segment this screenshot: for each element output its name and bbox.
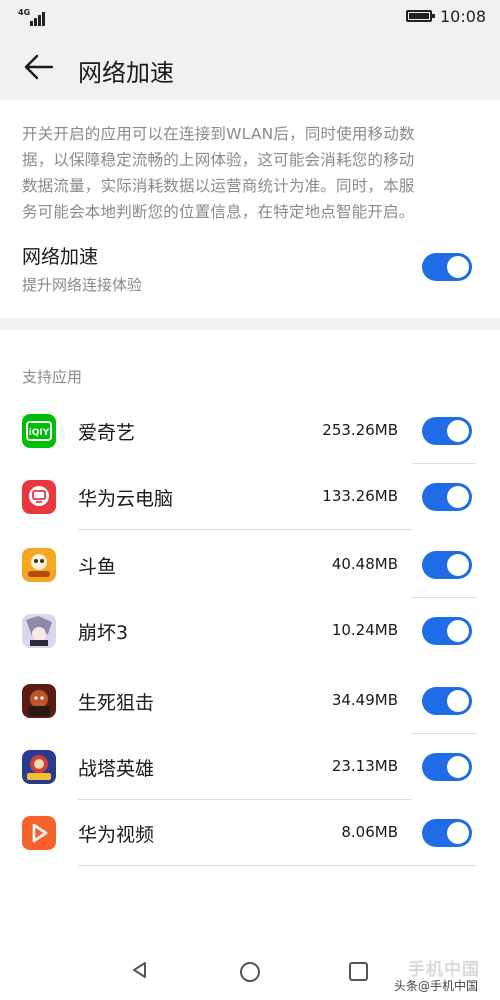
network-acceleration-label: 网络加速 [22, 246, 99, 268]
nav-recents-icon[interactable] [349, 962, 368, 981]
supported-apps-header: 支持应用 [22, 368, 83, 386]
toggle-knob [447, 256, 469, 278]
app-data-usage: 23.13MB [331, 757, 398, 775]
app-data-usage: 34.49MB [331, 691, 398, 709]
app-toggle-huawei-cloud-pc[interactable] [422, 483, 472, 511]
app-toggle-iqiyi[interactable] [422, 417, 472, 445]
signal-icon: 4G [18, 8, 46, 26]
watermark: 手机中国 头条@手机中国 [390, 955, 495, 995]
douyu-icon [22, 548, 56, 582]
app-data-usage: 133.26MB [322, 487, 398, 505]
app-name: 斗鱼 [78, 556, 117, 578]
huawei-video-icon [22, 816, 56, 850]
svg-text:iQIY: iQIY [29, 428, 50, 438]
description-line: 开关开启的应用可以在连接到WLAN后，同时使用移动数 [22, 125, 415, 143]
network-acceleration-subtitle: 提升网络连接体验 [22, 276, 143, 294]
battery-icon [406, 10, 435, 22]
nav-home-icon[interactable] [240, 962, 260, 982]
tower-hero-icon [22, 750, 56, 784]
description-line: 务可能会本地判断您的位置信息，在特定地点智能开启。 [22, 203, 415, 221]
row-separator [78, 865, 476, 866]
toggle-knob [447, 822, 469, 844]
app-toggle-tower-hero[interactable] [422, 753, 472, 781]
row-separator [78, 529, 412, 530]
app-data-usage: 253.26MB [322, 421, 398, 439]
app-row-iqiyi: iQIY 爱奇艺 253.26MB [0, 398, 500, 464]
network-type: 4G [18, 8, 31, 17]
description-line: 数据流量，实际消耗数据以运营商统计为准。同时，本服 [22, 177, 415, 195]
app-name: 战塔英雄 [78, 758, 155, 780]
honkai-icon [22, 614, 56, 648]
toggle-knob [447, 554, 469, 576]
toggle-knob [447, 756, 469, 778]
back-arrow-icon[interactable] [24, 54, 54, 80]
app-data-usage: 40.48MB [331, 555, 398, 573]
app-name: 爱奇艺 [78, 422, 136, 444]
app-row-tower-hero: 战塔英雄 23.13MB [0, 734, 500, 800]
app-row-sniper: 生死狙击 34.49MB [0, 668, 500, 734]
iqiyi-icon: iQIY [22, 414, 56, 448]
app-row-huawei-cloud-pc: 华为云电脑 133.26MB [0, 464, 500, 530]
app-row-douyu: 斗鱼 40.48MB [0, 532, 500, 598]
status-bar: 4G 10:08 [0, 0, 500, 34]
sniper-icon [22, 684, 56, 718]
app-toggle-huawei-video[interactable] [422, 819, 472, 847]
app-row-huawei-video: 华为视频 8.06MB [0, 800, 500, 866]
toggle-knob [447, 486, 469, 508]
app-data-usage: 10.24MB [331, 621, 398, 639]
network-acceleration-toggle[interactable] [422, 253, 472, 281]
toggle-knob [447, 420, 469, 442]
app-name: 崩坏3 [78, 622, 129, 644]
page-title: 网络加速 [78, 59, 174, 87]
description-line: 据，以保障稳定流畅的上网体验，这可能会消耗您的移动 [22, 151, 415, 169]
nav-back-icon[interactable] [130, 960, 150, 980]
app-toggle-douyu[interactable] [422, 551, 472, 579]
app-name: 华为视频 [78, 824, 155, 846]
feature-description: 开关开启的应用可以在连接到WLAN后，同时使用移动数 据，以保障稳定流畅的上网体… [22, 121, 480, 225]
app-name: 华为云电脑 [78, 488, 174, 510]
toggle-knob [447, 690, 469, 712]
app-toggle-sniper[interactable] [422, 687, 472, 715]
app-data-usage: 8.06MB [341, 823, 398, 841]
app-name: 生死狙击 [78, 692, 155, 714]
cloud-pc-icon [22, 480, 56, 514]
watermark-credit: 头条@手机中国 [394, 979, 479, 993]
app-toggle-honkai[interactable] [422, 617, 472, 645]
app-bar: 网络加速 [0, 34, 500, 100]
section-divider [0, 318, 500, 330]
app-row-honkai: 崩坏3 10.24MB [0, 598, 500, 664]
toggle-knob [447, 620, 469, 642]
status-time: 10:08 [440, 7, 487, 26]
